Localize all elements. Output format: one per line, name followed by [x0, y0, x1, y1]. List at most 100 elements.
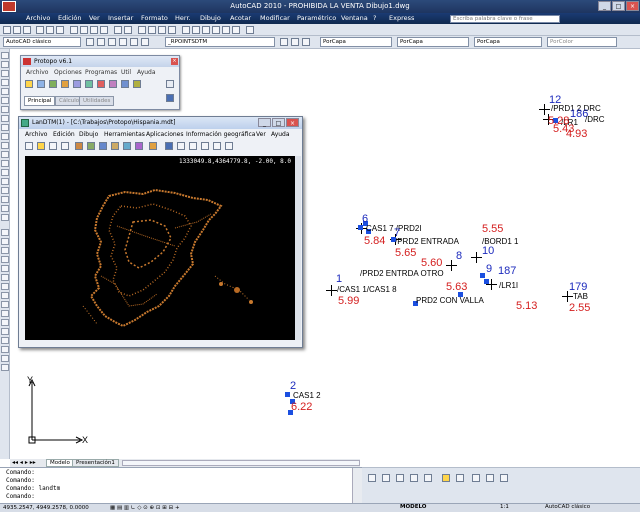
offset-icon[interactable] — [1, 256, 9, 263]
scroll-down-icon[interactable] — [166, 94, 174, 102]
lineweight-select[interactable]: PorCapa — [474, 37, 542, 47]
protopo-menu-opciones[interactable]: Opciones — [54, 69, 82, 76]
terrain-icon[interactable] — [49, 80, 57, 88]
bus-icon[interactable] — [37, 80, 45, 88]
table-icon[interactable] — [1, 205, 9, 212]
workspace-select[interactable]: AutoCAD clásico — [3, 37, 81, 47]
menu-edicion[interactable]: Edición — [58, 14, 82, 22]
compass-icon[interactable] — [109, 80, 117, 88]
contour-icon[interactable] — [87, 142, 95, 150]
landtm-menu-info-geografica[interactable]: Información geográfica — [186, 131, 255, 138]
copy-icon[interactable] — [80, 26, 88, 34]
stretch-icon[interactable] — [1, 301, 9, 308]
menu-insertar[interactable]: Insertar — [108, 14, 133, 22]
section-icon[interactable] — [133, 80, 141, 88]
landtm-menu-edicion[interactable]: Edición — [53, 131, 75, 138]
tab-nav-arrows[interactable]: ◂◂ ◂ ▸ ▸▸ — [12, 459, 36, 466]
scroll-up-icon[interactable] — [166, 80, 174, 88]
protopo-menu-ayuda[interactable]: Ayuda — [137, 69, 156, 76]
properties-icon[interactable] — [182, 26, 190, 34]
markup-icon[interactable] — [222, 26, 230, 34]
horizontal-scrollbar[interactable] — [122, 460, 360, 466]
menu-parametrico[interactable]: Paramétrico — [297, 14, 336, 22]
rotate-icon[interactable] — [1, 283, 9, 290]
pan-icon[interactable] — [138, 26, 146, 34]
survey-icon[interactable] — [85, 80, 93, 88]
scale-icon[interactable] — [424, 474, 432, 482]
join-icon[interactable] — [1, 337, 9, 344]
text-icon[interactable] — [472, 474, 480, 482]
folder-icon[interactable] — [442, 474, 450, 482]
chamfer-icon[interactable] — [1, 346, 9, 353]
save-icon[interactable] — [23, 26, 31, 34]
layer-select[interactable]: _RPOINTSDTM — [165, 37, 275, 47]
protopo-menu-archivo[interactable]: Archivo — [26, 69, 48, 76]
profile-icon[interactable] — [111, 142, 119, 150]
print-icon[interactable] — [36, 26, 44, 34]
layer-states-icon[interactable] — [302, 38, 310, 46]
menu-acotar[interactable]: Acotar — [230, 14, 251, 22]
model-space-toggle[interactable]: MODELO — [400, 504, 426, 510]
extend-icon[interactable] — [1, 319, 9, 326]
protopo-menu-programas[interactable]: Programas — [85, 69, 117, 76]
open-icon[interactable] — [13, 26, 21, 34]
sun-icon[interactable] — [119, 38, 127, 46]
scale-icon[interactable] — [1, 292, 9, 299]
command-window[interactable]: Comando: Comando: Comando: landtm Comand… — [0, 467, 362, 504]
section-icon[interactable] — [135, 142, 143, 150]
layer-previous-icon[interactable] — [291, 38, 299, 46]
command-input[interactable]: Comando: — [6, 493, 35, 500]
search-input[interactable]: Escriba palabra clave o frase — [450, 15, 560, 23]
dtm-map-view[interactable]: 1333049.8,4364779.8, -2.00, 8.0 — [25, 156, 295, 340]
ellipse-icon[interactable] — [1, 133, 9, 140]
open-icon[interactable] — [37, 142, 45, 150]
lock-icon[interactable] — [130, 38, 138, 46]
polygon-icon[interactable] — [1, 79, 9, 86]
minimize-icon[interactable]: _ — [258, 118, 271, 127]
print-icon[interactable] — [61, 142, 69, 150]
trim-icon[interactable] — [1, 310, 9, 317]
help-icon[interactable] — [225, 142, 233, 150]
trim-icon[interactable] — [486, 474, 494, 482]
terrain-icon[interactable] — [75, 142, 83, 150]
gradient-icon[interactable] — [1, 187, 9, 194]
tool-palette-icon[interactable] — [202, 26, 210, 34]
close-icon[interactable]: × — [626, 1, 639, 11]
hatch-icon[interactable] — [456, 474, 464, 482]
menu-express[interactable]: Express — [389, 14, 414, 22]
protopo-window[interactable]: Protopo v6.1 × Archivo Opciones Programa… — [20, 55, 180, 110]
landtm-menu-archivo[interactable]: Archivo — [25, 131, 47, 138]
point-icon[interactable] — [1, 169, 9, 176]
preview-icon[interactable] — [46, 26, 54, 34]
arc-icon[interactable] — [1, 97, 9, 104]
new-file-icon[interactable] — [25, 142, 33, 150]
zoom-previous-icon[interactable] — [168, 26, 176, 34]
cut-icon[interactable] — [70, 26, 78, 34]
zoom-window-icon[interactable] — [158, 26, 166, 34]
circle-icon[interactable] — [1, 106, 9, 113]
layer-manager-icon[interactable] — [97, 38, 105, 46]
make-current-icon[interactable] — [280, 38, 288, 46]
annotation-scale[interactable]: 1:1 — [500, 504, 509, 510]
break-icon[interactable] — [1, 328, 9, 335]
revision-cloud-icon[interactable] — [1, 115, 9, 122]
landtm-window[interactable]: LanDTM(1) - [C:\Trabajos\Protopo\Hispani… — [18, 116, 303, 348]
region-icon[interactable] — [1, 196, 9, 203]
redo-icon[interactable] — [124, 26, 132, 34]
design-center-icon[interactable] — [192, 26, 200, 34]
ellipse-arc-icon[interactable] — [1, 142, 9, 149]
insert-block-icon[interactable] — [1, 151, 9, 158]
grid-icon[interactable] — [61, 80, 69, 88]
pan-icon[interactable] — [213, 142, 221, 150]
tab-presentacion1[interactable]: Presentación1 — [72, 459, 119, 467]
menu-ventana[interactable]: Ventana — [341, 14, 368, 22]
explode-icon[interactable] — [1, 364, 9, 371]
color-swatch-icon[interactable] — [141, 38, 149, 46]
line-icon[interactable] — [1, 52, 9, 59]
protopo-tab-principal[interactable]: Principal — [24, 96, 56, 106]
array-icon[interactable] — [1, 265, 9, 272]
publish-icon[interactable] — [56, 26, 64, 34]
match-properties-icon[interactable] — [100, 26, 108, 34]
dimension-icon[interactable] — [368, 474, 376, 482]
tab-modelo[interactable]: Modelo — [46, 459, 74, 467]
